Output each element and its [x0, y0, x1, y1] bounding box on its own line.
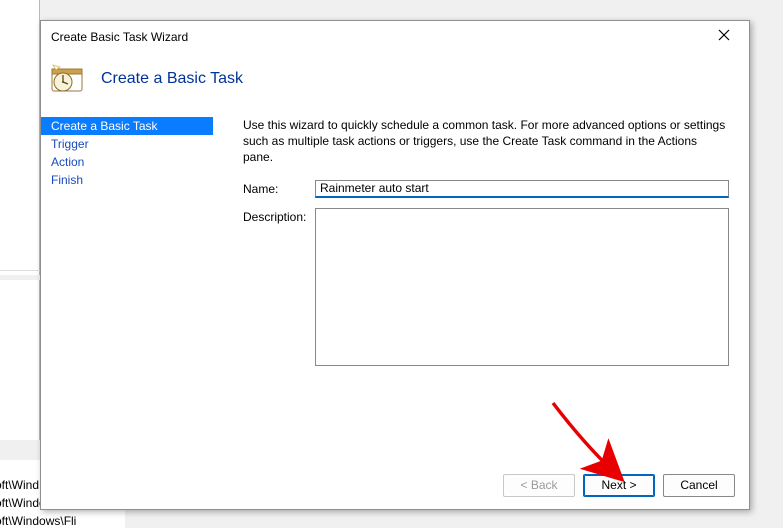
next-button[interactable]: Next >	[583, 474, 655, 497]
name-row: Name:	[243, 180, 729, 198]
step-finish[interactable]: Finish	[41, 171, 213, 189]
bg-text-3: oft\Windows\Fli	[0, 514, 95, 528]
close-icon	[718, 29, 730, 41]
step-list: Create a Basic Task Trigger Action Finis…	[41, 117, 213, 461]
bg-panel-top	[0, 0, 40, 275]
window-title: Create Basic Task Wizard	[51, 26, 188, 44]
wizard-body: Create a Basic Task Trigger Action Finis…	[41, 117, 749, 461]
clock-calendar-icon	[51, 63, 83, 95]
description-row: Description:	[243, 208, 729, 369]
name-label: Name:	[243, 180, 315, 196]
titlebar: Create Basic Task Wizard	[41, 21, 749, 49]
description-label: Description:	[243, 208, 315, 224]
wizard-dialog: Create Basic Task Wizard Create a Basic …	[40, 20, 750, 510]
step-action[interactable]: Action	[41, 153, 213, 171]
bg-divider	[0, 270, 40, 271]
name-input[interactable]	[315, 180, 729, 198]
step-trigger[interactable]: Trigger	[41, 135, 213, 153]
intro-text: Use this wizard to quickly schedule a co…	[243, 117, 729, 166]
wizard-content: Use this wizard to quickly schedule a co…	[213, 117, 739, 461]
bg-panel-mid	[0, 280, 40, 440]
description-input[interactable]	[315, 208, 729, 366]
back-button: < Back	[503, 474, 575, 497]
bg-text-1: oft\Wind	[0, 478, 45, 492]
close-button[interactable]	[709, 23, 739, 47]
step-create-basic-task[interactable]: Create a Basic Task	[41, 117, 213, 135]
page-heading: Create a Basic Task	[101, 70, 243, 88]
wizard-header: Create a Basic Task	[41, 49, 749, 117]
cancel-button[interactable]: Cancel	[663, 474, 735, 497]
button-row: < Back Next > Cancel	[41, 461, 749, 509]
